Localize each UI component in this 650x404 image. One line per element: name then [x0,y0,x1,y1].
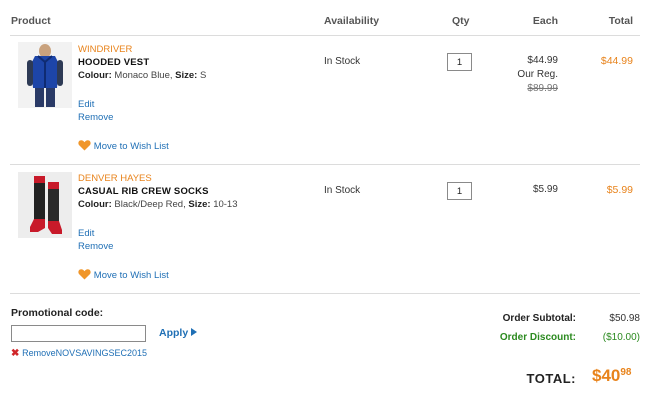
size-value: S [199,70,207,81]
order-total-label: TOTAL: [526,371,576,386]
applied-promo-code: RemoveNOVSAVINGSEC2015 [22,348,148,358]
move-to-wishlist[interactable]: Move to Wish List [78,268,169,281]
size-label: Size: [188,199,211,210]
remove-x-icon: ✖ [11,348,20,359]
edit-link[interactable]: Edit [78,228,94,239]
regular-price-label: Our Reg. [517,69,558,80]
product-name[interactable]: HOODED VEST [78,57,149,68]
quantity-input[interactable] [447,182,472,200]
regular-price: $89.99 [527,83,558,94]
items-bottom-divider [10,293,640,294]
colour-value: Monaco Blue [114,70,170,81]
size-value: 10-13 [213,199,238,210]
product-image-crew-socks[interactable] [18,172,72,238]
move-to-wishlist[interactable]: Move to Wish List [78,139,169,152]
colour-label: Colour: [78,199,112,210]
applied-promo[interactable]: ✖ RemoveNOVSAVINGSEC2015 [11,348,147,359]
heart-icon [78,140,91,151]
product-details: Colour: Monaco Blue, Size: S [78,70,207,81]
order-discount-value: ($10.00) [602,332,640,343]
header-divider [10,35,640,36]
line-total: $44.99 [600,55,633,67]
socks-image-icon [18,172,72,238]
column-header-each: Each [532,15,558,27]
order-subtotal-value: $50.98 [609,313,640,324]
product-image-hooded-vest[interactable] [18,42,72,108]
order-subtotal-label: Order Subtotal: [502,313,576,324]
colour-value: Black/Deep Red [114,199,184,210]
item-divider [10,164,640,165]
product-details: Colour: Black/Deep Red, Size: 10-13 [78,199,238,210]
wishlist-label: Move to Wish List [93,270,169,281]
column-header-total: Total [608,15,633,27]
availability-status: In Stock [324,185,361,196]
edit-link[interactable]: Edit [78,99,94,110]
colour-label: Colour: [78,70,112,81]
apply-label: Apply [159,327,189,339]
heart-icon [78,269,91,280]
order-discount-label: Order Discount: [499,332,576,343]
apply-button[interactable]: Apply [159,327,197,339]
each-price: $5.99 [532,184,558,195]
wishlist-label: Move to Wish List [93,141,169,152]
column-header-product: Product [11,15,51,27]
line-total: $5.99 [606,184,633,196]
size-label: Size: [175,70,198,81]
quantity-input[interactable] [447,53,472,71]
order-total-dollars: $40 [592,366,621,385]
caret-right-icon [190,328,197,336]
product-brand: DENVER HAYES [78,173,152,184]
remove-link[interactable]: Remove [78,241,113,252]
each-price: $44.99 [527,55,558,66]
remove-link[interactable]: Remove [78,112,113,123]
product-brand: WINDRIVER [78,44,133,55]
order-total-cents: 98 [620,367,632,378]
column-header-availability: Availability [324,15,380,27]
vest-image-icon [18,42,72,108]
column-header-qty: Qty [452,15,470,27]
availability-status: In Stock [324,56,361,67]
order-total-value: $4098 [592,366,632,386]
promo-label: Promotional code: [11,307,104,319]
product-name[interactable]: CASUAL RIB CREW SOCKS [78,186,209,197]
promo-code-input[interactable] [11,325,146,342]
